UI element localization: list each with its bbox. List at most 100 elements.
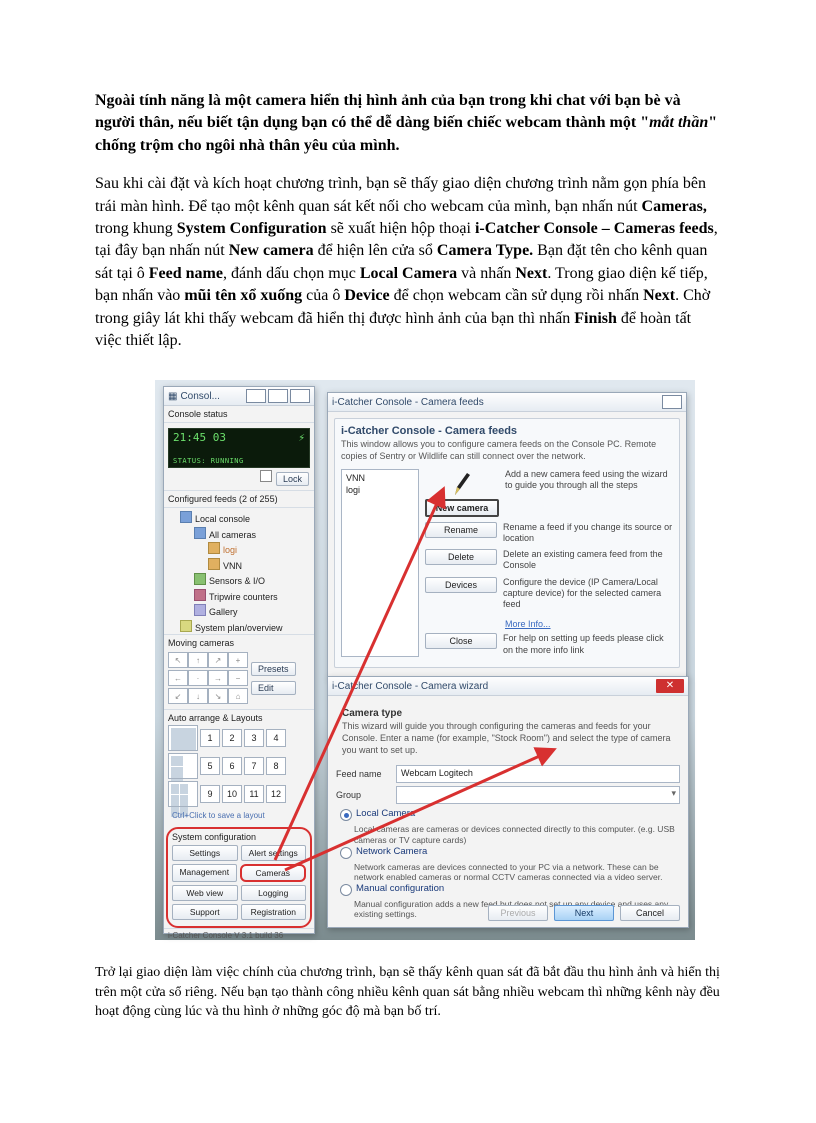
layout-num[interactable]: 7 xyxy=(244,757,264,775)
screenshot-figure: ▦ Consol... Console status 21:45 03⚡ STA… xyxy=(155,380,695,940)
layout-thumb-3[interactable] xyxy=(168,781,198,807)
logging-button[interactable]: Logging xyxy=(241,885,307,901)
close-desc: For help on setting up feeds please clic… xyxy=(503,633,673,656)
maximize-icon[interactable] xyxy=(268,389,288,403)
wizard-group-title: Camera type xyxy=(342,708,674,719)
arrow-s-icon[interactable]: ↓ xyxy=(188,688,208,704)
group-combo[interactable] xyxy=(396,786,680,804)
arrow-w-icon[interactable]: ← xyxy=(168,670,188,686)
layout-num[interactable]: 10 xyxy=(222,785,242,803)
settings-button[interactable]: Settings xyxy=(172,845,238,861)
system-configuration-section: System configuration Settings Alert sett… xyxy=(166,827,312,928)
arrow-e-icon[interactable]: → xyxy=(208,670,228,686)
delete-button[interactable]: Delete xyxy=(425,549,497,565)
close-icon[interactable]: ✕ xyxy=(656,679,684,693)
all-cameras-icon xyxy=(194,527,206,539)
arrow-se-icon[interactable]: ↘ xyxy=(208,688,228,704)
moving-cameras-section: Moving cameras ↖ ↑ ↗ + ← · → − ↙ ↓ xyxy=(164,634,314,709)
feed-list-item[interactable]: VNN xyxy=(344,472,416,484)
intro-text-1: Ngoài tính năng là một camera hiển thị h… xyxy=(95,92,681,131)
cameras-button[interactable]: Cameras xyxy=(240,864,307,882)
edit-button[interactable]: Edit xyxy=(251,681,296,695)
closing-paragraph: Trở lại giao diện làm việc chính của chư… xyxy=(95,963,721,1022)
home-icon[interactable]: ⌂ xyxy=(228,688,248,704)
intro-italic: mắt thần xyxy=(649,114,708,131)
center-icon[interactable]: · xyxy=(188,670,208,686)
presets-button[interactable]: Presets xyxy=(251,662,296,676)
wizard-titlebar[interactable]: i-Catcher Console - Camera wizard ✕ xyxy=(328,677,688,696)
document-page: Ngoài tính năng là một camera hiển thị h… xyxy=(0,0,816,1082)
gallery-icon xyxy=(194,604,206,616)
lock-button[interactable]: Lock xyxy=(276,472,309,486)
radio-dot-icon xyxy=(340,847,352,859)
auto-arrange-section: Auto arrange & Layouts 1 2 3 4 5 6 7 8 xyxy=(164,709,314,825)
feed-listbox[interactable]: VNN logi xyxy=(341,469,419,657)
group-label: Group xyxy=(336,790,390,800)
management-button[interactable]: Management xyxy=(172,864,237,882)
pen-icon xyxy=(451,469,473,499)
feed-name-input[interactable]: Webcam Logitech xyxy=(396,765,680,783)
feeds-titlebar[interactable]: i-Catcher Console - Camera feeds xyxy=(328,393,686,412)
console-titlebar[interactable]: ▦ Consol... xyxy=(164,387,314,406)
feeds-group-desc: This window allows you to configure came… xyxy=(341,439,673,462)
layout-num[interactable]: 2 xyxy=(222,729,242,747)
cancel-button[interactable]: Cancel xyxy=(620,905,680,921)
rename-button[interactable]: Rename xyxy=(425,522,497,538)
version-label: i-Catcher Console V 3.1 build 36 xyxy=(164,928,314,942)
zoom-in-icon[interactable]: + xyxy=(228,652,248,668)
previous-button[interactable]: Previous xyxy=(488,905,548,921)
radio-manual-config[interactable]: Manual configuration xyxy=(340,883,676,896)
layout-num[interactable]: 4 xyxy=(266,729,286,747)
instruction-paragraph: Sau khi cài đặt và kích hoạt chương trìn… xyxy=(95,173,721,352)
new-camera-button[interactable]: New camera xyxy=(425,499,499,517)
radio-network-camera[interactable]: Network Camera xyxy=(340,846,676,859)
console-title: Consol... xyxy=(180,391,219,402)
camera-wizard-dialog: i-Catcher Console - Camera wizard ✕ Came… xyxy=(327,676,689,928)
feeds-title: i-Catcher Console - Camera feeds xyxy=(332,397,484,408)
console-status-label: Console status xyxy=(164,406,314,423)
radio-local-desc: Local cameras are cameras or devices con… xyxy=(340,824,676,845)
layout-num[interactable]: 12 xyxy=(266,785,286,803)
arrow-n-icon[interactable]: ↑ xyxy=(188,652,208,668)
registration-button[interactable]: Registration xyxy=(241,904,307,920)
wizard-group-desc: This wizard will guide you through confi… xyxy=(342,721,674,756)
intro-paragraph: Ngoài tính năng là một camera hiển thị h… xyxy=(95,90,721,157)
layout-num[interactable]: 6 xyxy=(222,757,242,775)
layout-num[interactable]: 5 xyxy=(200,757,220,775)
arrow-ne-icon[interactable]: ↗ xyxy=(208,652,228,668)
more-info-link[interactable]: More Info... xyxy=(505,619,551,629)
layout-num[interactable]: 3 xyxy=(244,729,264,747)
layout-thumb-1[interactable] xyxy=(168,725,198,751)
minimize-icon[interactable] xyxy=(246,389,266,403)
support-button[interactable]: Support xyxy=(172,904,238,920)
web-view-button[interactable]: Web view xyxy=(172,885,238,901)
next-button[interactable]: Next xyxy=(554,905,614,921)
layout-num[interactable]: 8 xyxy=(266,757,286,775)
new-camera-desc: Add a new camera feed using the wizard t… xyxy=(505,469,673,492)
layout-num[interactable]: 11 xyxy=(244,785,264,803)
layout-thumb-2[interactable] xyxy=(168,753,198,779)
close-icon[interactable] xyxy=(662,395,682,409)
layout-num[interactable]: 9 xyxy=(200,785,220,803)
layout-num[interactable]: 1 xyxy=(200,729,220,747)
feed-list-item[interactable]: logi xyxy=(344,484,416,496)
devices-button[interactable]: Devices xyxy=(425,577,497,593)
arrow-sw-icon[interactable]: ↙ xyxy=(168,688,188,704)
tripwire-icon xyxy=(194,589,206,601)
radio-dot-icon xyxy=(340,809,352,821)
feeds-group-title: i-Catcher Console - Camera feeds xyxy=(341,425,673,437)
feed-name-label: Feed name xyxy=(336,769,390,779)
wizard-title: i-Catcher Console - Camera wizard xyxy=(332,681,488,692)
rename-desc: Rename a feed if you change its source o… xyxy=(503,522,673,545)
radio-local-camera[interactable]: Local Camera xyxy=(340,808,676,821)
plan-icon xyxy=(180,620,192,632)
camera-item-icon xyxy=(208,558,220,570)
lock-icon[interactable] xyxy=(260,470,272,482)
feed-tree[interactable]: Local console All cameras logi VNN Senso… xyxy=(164,508,314,634)
close-icon[interactable] xyxy=(290,389,310,403)
arrow-nw-icon[interactable]: ↖ xyxy=(168,652,188,668)
figure-wrap: ▦ Consol... Console status 21:45 03⚡ STA… xyxy=(155,380,721,945)
alert-settings-button[interactable]: Alert settings xyxy=(241,845,307,861)
close-button[interactable]: Close xyxy=(425,633,497,649)
zoom-out-icon[interactable]: − xyxy=(228,670,248,686)
